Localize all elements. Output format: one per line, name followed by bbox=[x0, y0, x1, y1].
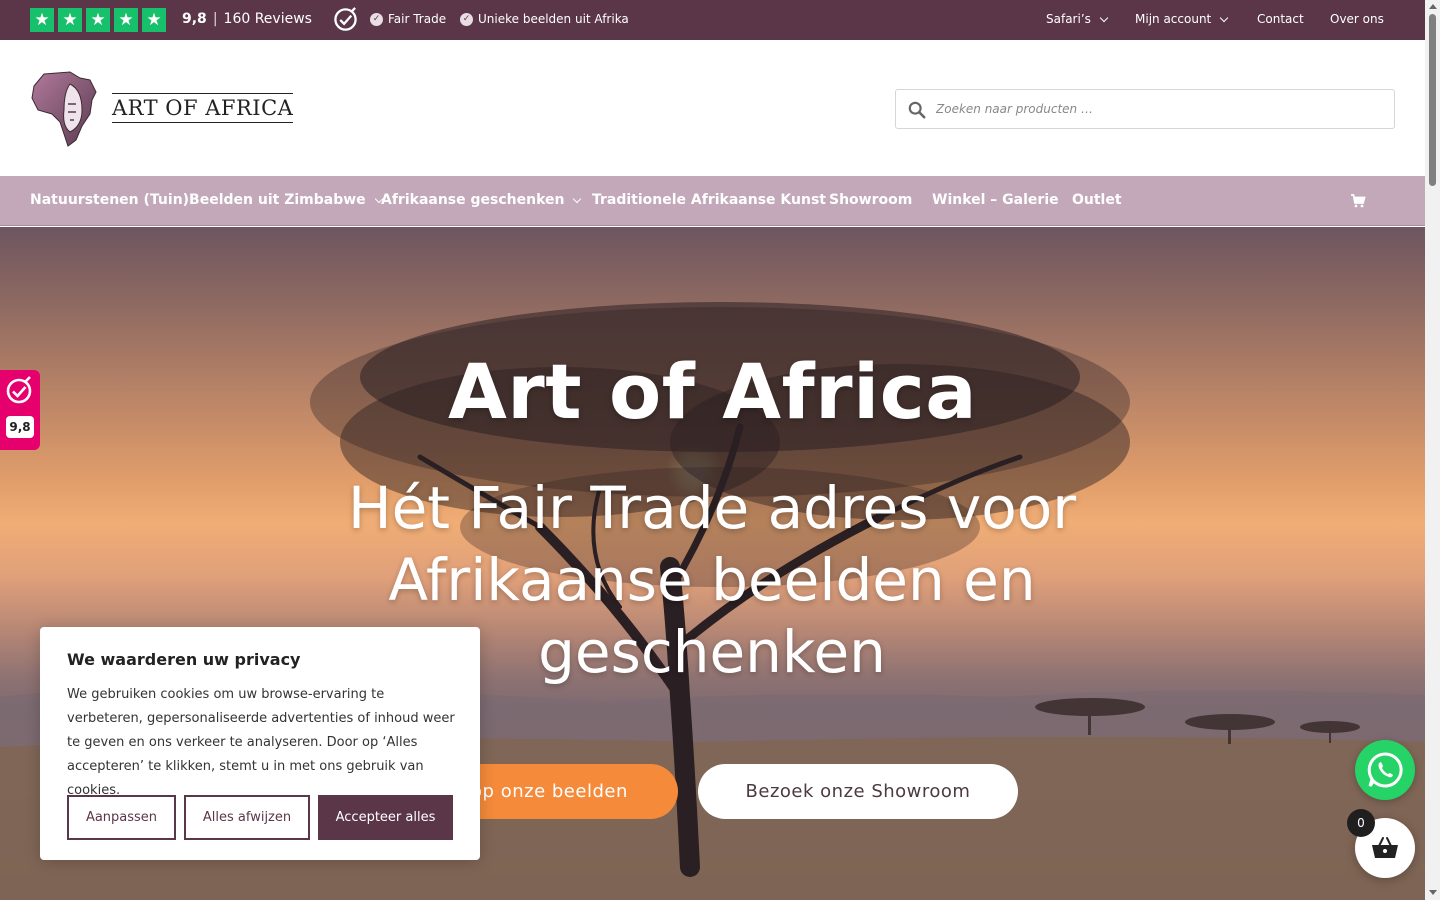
hero-title: Art of Africa bbox=[447, 347, 978, 436]
scroll-thumb[interactable] bbox=[1429, 14, 1436, 186]
nav-item-label: Afrikaanse geschenken bbox=[381, 192, 565, 208]
main-navigation: Natuurstenen (Tuin)Beelden uit Zimbabwe … bbox=[0, 176, 1425, 226]
visit-showroom-button[interactable]: Bezoek onze Showroom bbox=[698, 764, 1018, 819]
topnav-label: Safari’s bbox=[1046, 12, 1091, 26]
nav-item-label: Showroom bbox=[829, 192, 913, 208]
whatsapp-button[interactable] bbox=[1355, 740, 1415, 800]
rating-stars: ★ ★ ★ ★ ★ bbox=[30, 8, 166, 32]
kiyoh-logo-icon[interactable] bbox=[333, 7, 358, 32]
search-input[interactable] bbox=[936, 90, 1386, 128]
star-icon: ★ bbox=[114, 8, 138, 32]
cookie-reject-button[interactable]: Alles afwijzen bbox=[184, 795, 310, 840]
kiyoh-logo-icon bbox=[6, 376, 32, 404]
page-scrollbar[interactable] bbox=[1425, 0, 1440, 900]
usp-unique-sculptures: ✓ Unieke beelden uit Afrika bbox=[460, 12, 629, 26]
nav-item-label: Natuurstenen (Tuin)Beelden uit Zimbabwe bbox=[30, 192, 366, 208]
cookie-consent-dialog: We waarderen uw privacy We gebruiken coo… bbox=[40, 627, 480, 860]
site-logo[interactable]: ART OF AFRICA bbox=[30, 70, 294, 148]
topnav-account[interactable]: Mijn account bbox=[1135, 12, 1229, 26]
topnav-about[interactable]: Over ons bbox=[1330, 12, 1384, 26]
star-icon: ★ bbox=[58, 8, 82, 32]
nav-item-showroom[interactable]: Showroom bbox=[829, 192, 912, 208]
chevron-down-icon bbox=[1220, 13, 1229, 22]
nav-item-african-gifts[interactable]: Afrikaanse geschenken bbox=[381, 192, 582, 208]
topnav-safaris[interactable]: Safari’s bbox=[1046, 12, 1109, 26]
nav-item-traditional-art[interactable]: Traditionele Afrikaanse Kunst bbox=[592, 192, 826, 208]
chevron-down-icon bbox=[1099, 13, 1109, 22]
star-icon: ★ bbox=[30, 8, 54, 32]
kiyoh-score: 9,8 bbox=[6, 416, 34, 438]
scroll-up-arrow-icon[interactable] bbox=[1429, 4, 1437, 9]
topnav-label: Contact bbox=[1257, 12, 1304, 26]
logo-text: ART OF AFRICA bbox=[112, 93, 294, 123]
usp-label: Fair Trade bbox=[388, 12, 447, 26]
cart-icon[interactable] bbox=[1350, 193, 1366, 209]
cart-count-badge: 0 bbox=[1347, 809, 1375, 837]
nav-item-label: Traditionele Afrikaanse Kunst bbox=[592, 192, 826, 208]
check-icon: ✓ bbox=[460, 12, 473, 26]
topnav-label: Over ons bbox=[1330, 12, 1384, 26]
cookie-title: We waarderen uw privacy bbox=[67, 650, 301, 669]
basket-icon bbox=[1372, 837, 1398, 858]
reviews-count: 160 Reviews bbox=[223, 11, 312, 27]
top-bar: ★ ★ ★ ★ ★ 9,8 | 160 Reviews ✓ Fair Trade ✓… bbox=[0, 0, 1425, 40]
nav-item-shop-gallery[interactable]: Winkel – Galerie bbox=[932, 192, 1059, 208]
nav-item-label: Winkel – Galerie bbox=[932, 192, 1059, 208]
rating-separator: | bbox=[212, 11, 218, 27]
nav-item-zimbabwe-sculptures[interactable]: Natuurstenen (Tuin)Beelden uit Zimbabwe bbox=[30, 192, 383, 208]
chevron-down-icon bbox=[573, 194, 582, 203]
topnav-contact[interactable]: Contact bbox=[1257, 12, 1304, 26]
topnav-label: Mijn account bbox=[1135, 12, 1212, 26]
check-icon: ✓ bbox=[370, 12, 383, 26]
rating-score: 9,8 bbox=[182, 11, 207, 27]
usp-fair-trade: ✓ Fair Trade bbox=[370, 12, 446, 26]
star-icon: ★ bbox=[142, 8, 166, 32]
rating-summary[interactable]: 9,8 | 160 Reviews bbox=[182, 11, 312, 27]
kiyoh-rating-widget[interactable]: 9,8 bbox=[0, 370, 40, 450]
nav-item-outlet[interactable]: Outlet bbox=[1072, 192, 1122, 208]
usp-label: Unieke beelden uit Afrika bbox=[478, 12, 629, 26]
site-header: ART OF AFRICA bbox=[0, 40, 1425, 176]
search-icon[interactable] bbox=[908, 101, 926, 119]
whatsapp-icon bbox=[1367, 752, 1403, 788]
cookie-text: We gebruiken cookies om uw browse-ervari… bbox=[67, 687, 455, 798]
nav-item-label: Outlet bbox=[1072, 192, 1122, 208]
africa-mask-logo-icon bbox=[31, 71, 97, 147]
cookie-accept-button[interactable]: Accepteer alles bbox=[318, 795, 453, 840]
scroll-down-arrow-icon[interactable] bbox=[1429, 890, 1437, 895]
star-icon: ★ bbox=[86, 8, 110, 32]
product-search[interactable] bbox=[895, 89, 1395, 129]
cookie-customize-button[interactable]: Aanpassen bbox=[67, 795, 176, 840]
